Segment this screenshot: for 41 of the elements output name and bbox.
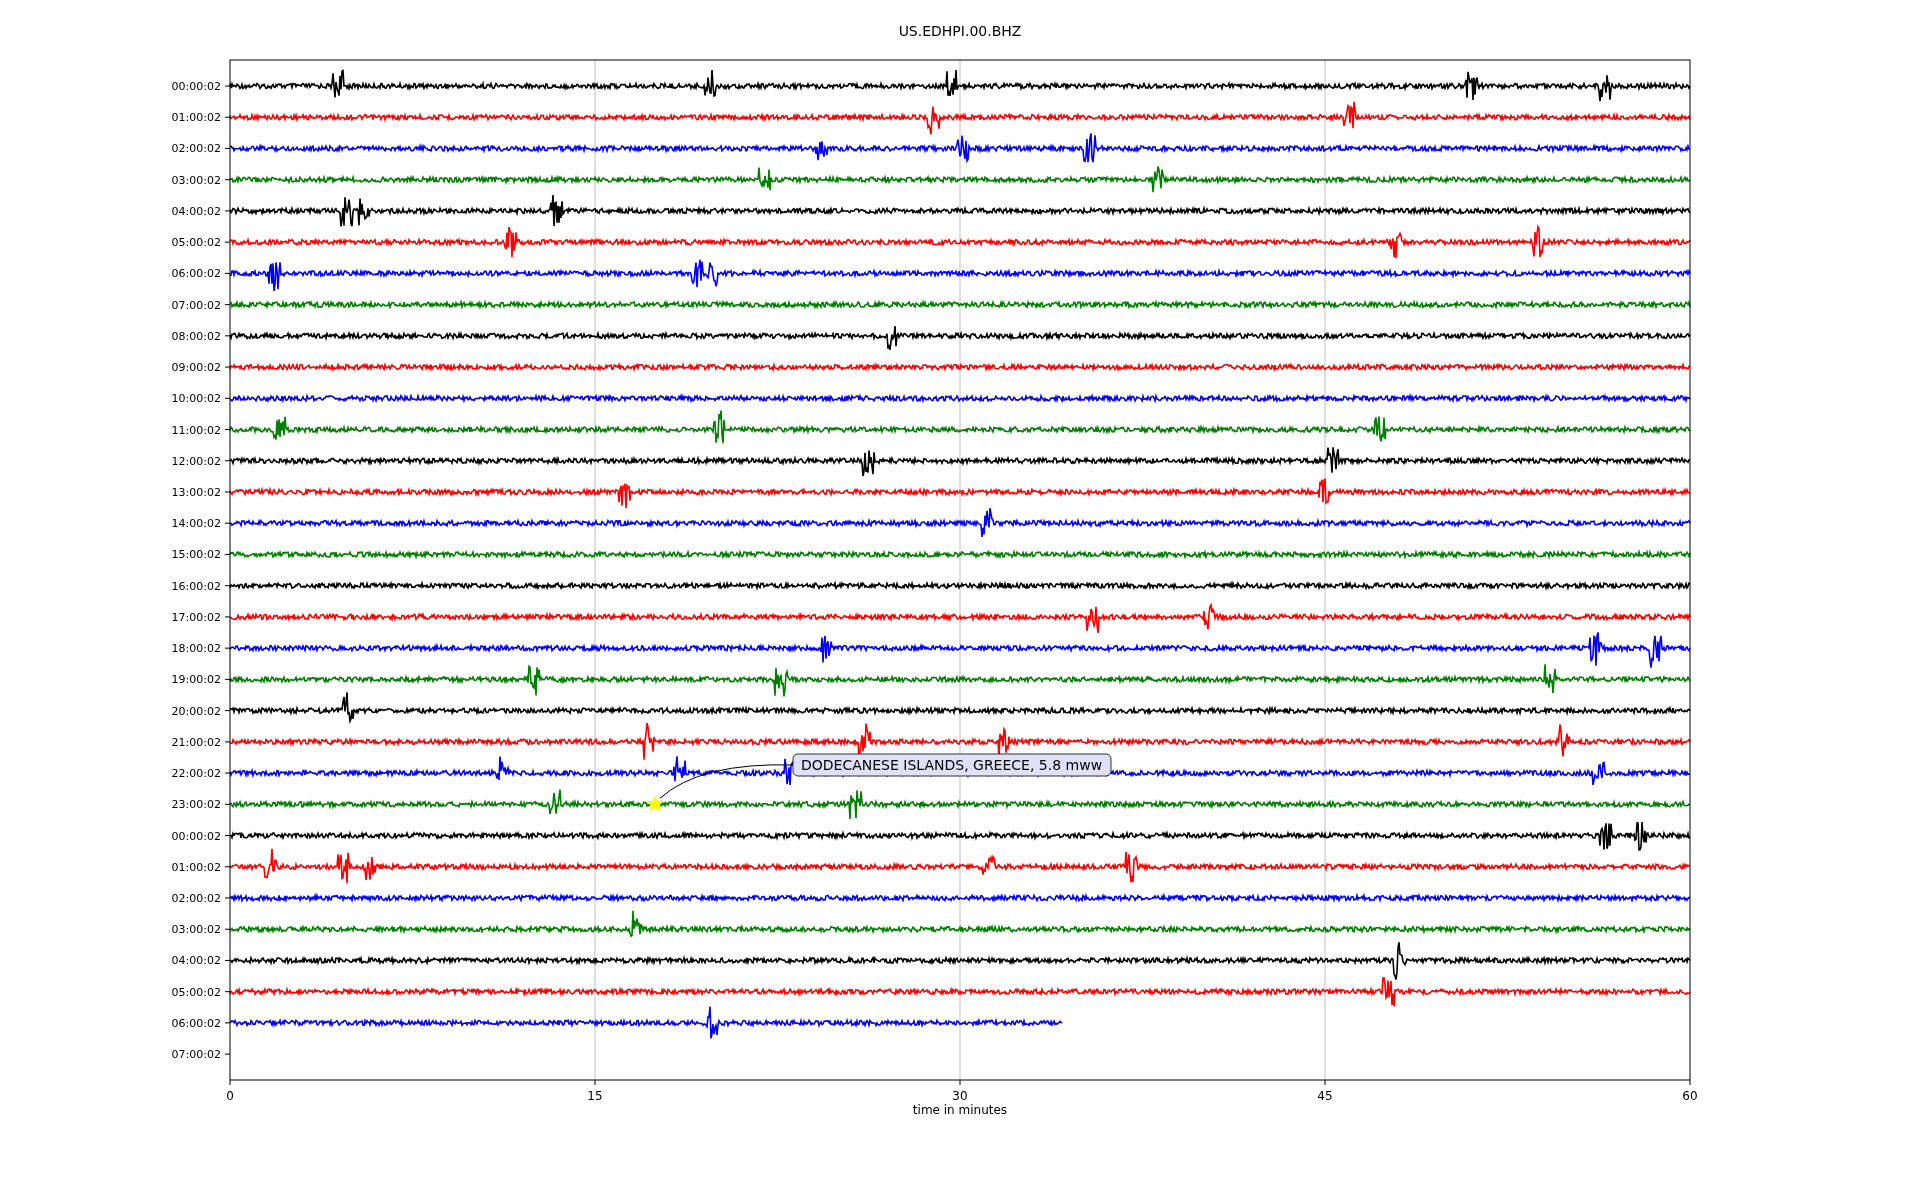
time-label: 22:00:02 bbox=[171, 767, 221, 781]
time-label: 00:00:02 bbox=[171, 829, 221, 843]
time-label: 00:00:02 bbox=[171, 80, 221, 93]
time-label: 14:00:02 bbox=[171, 517, 221, 531]
time-label: 11:00:02 bbox=[171, 423, 221, 437]
time-label: 23:00:02 bbox=[171, 798, 221, 812]
time-label: 17:00:02 bbox=[171, 610, 221, 624]
time-label: 10:00:02 bbox=[171, 392, 221, 406]
x-axis-label: time in minutes bbox=[912, 1103, 1008, 1117]
time-label: 05:00:02 bbox=[171, 236, 221, 250]
x-tick-label: 30 bbox=[952, 1089, 968, 1103]
time-label: 12:00:02 bbox=[171, 454, 221, 468]
time-label: 05:00:02 bbox=[171, 985, 221, 999]
time-label: 09:00:02 bbox=[171, 361, 221, 375]
time-label: 03:00:02 bbox=[171, 173, 221, 187]
x-tick-label: 60 bbox=[1682, 1089, 1698, 1103]
time-label: 03:00:02 bbox=[171, 923, 221, 937]
time-label: 13:00:02 bbox=[171, 486, 221, 499]
time-label: 21:00:02 bbox=[171, 735, 221, 749]
time-label: 19:00:02 bbox=[171, 673, 221, 687]
time-label: 06:00:02 bbox=[171, 1016, 221, 1030]
star-icon bbox=[646, 795, 664, 812]
event-label: DODECANESE ISLANDS, GREECE, 5.8 mww bbox=[792, 753, 1112, 777]
time-label: 02:00:02 bbox=[171, 892, 221, 905]
x-tick-label: 0 bbox=[226, 1089, 234, 1103]
x-tick-label: 15 bbox=[587, 1089, 603, 1103]
time-label: 02:00:02 bbox=[171, 142, 221, 156]
time-label: 01:00:02 bbox=[171, 111, 221, 125]
time-label: 15:00:02 bbox=[171, 548, 221, 562]
time-label: 06:00:02 bbox=[171, 267, 221, 281]
time-label: 04:00:02 bbox=[171, 204, 221, 218]
x-tick-label: 45 bbox=[1317, 1089, 1333, 1103]
time-label: 04:00:02 bbox=[171, 954, 221, 968]
plot-title: US.EDHPI.00.BHZ bbox=[898, 23, 1022, 39]
time-label: 18:00:02 bbox=[171, 642, 221, 656]
time-label: 01:00:02 bbox=[171, 860, 221, 874]
time-label: 07:00:02 bbox=[171, 1048, 221, 1062]
time-label: 08:00:02 bbox=[171, 329, 221, 343]
time-label: 20:00:02 bbox=[171, 704, 221, 718]
time-label: 07:00:02 bbox=[171, 298, 221, 312]
time-label: 16:00:02 bbox=[171, 579, 221, 593]
